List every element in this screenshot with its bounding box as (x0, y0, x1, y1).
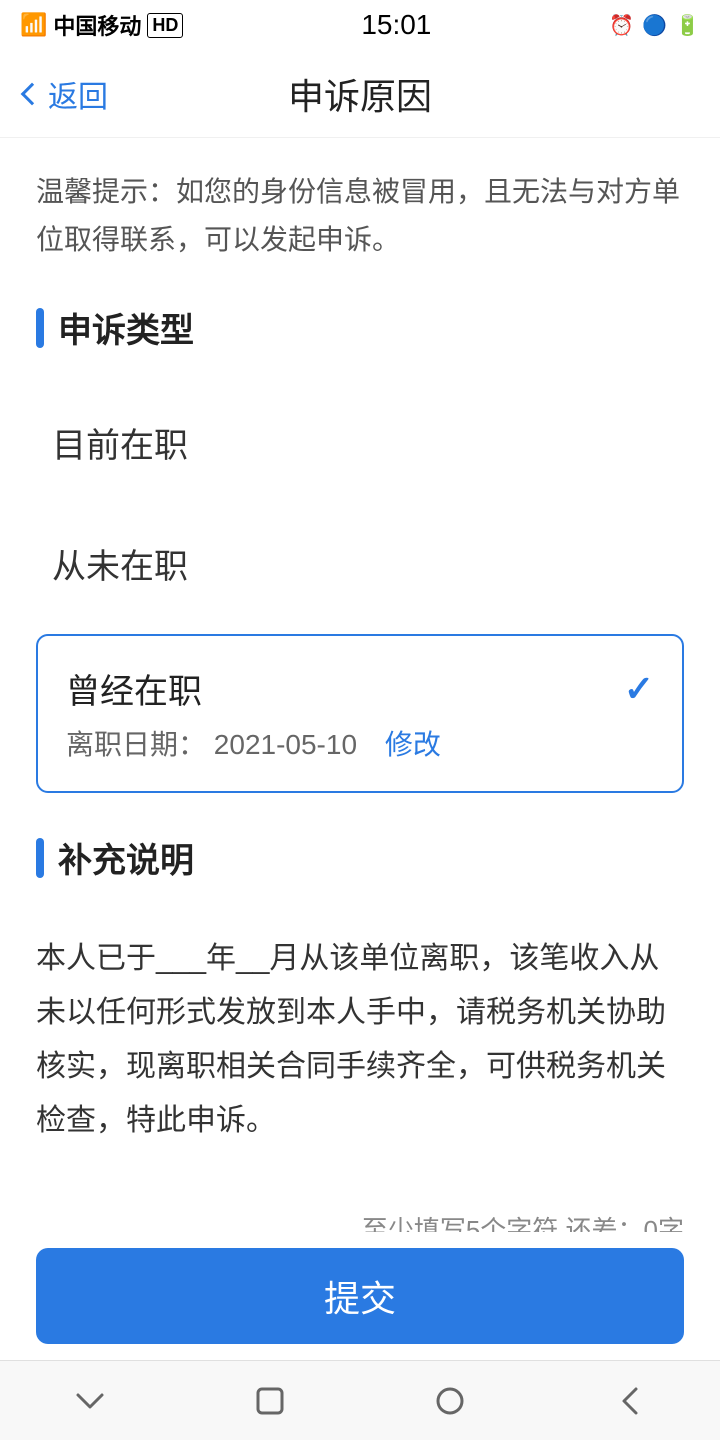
page-header: 返回 申诉原因 (0, 50, 720, 138)
option-current[interactable]: 目前在职 (36, 382, 684, 503)
nav-square-icon[interactable] (245, 1376, 295, 1426)
back-label: 返回 (48, 72, 108, 116)
section-complaint-type: 申诉类型 (36, 303, 684, 352)
submit-area: 提交 (0, 1232, 720, 1360)
bluetooth-icon: 🔵 (642, 13, 667, 38)
option-formerly-sub: 离职日期： 2021-05-10 修改 (66, 723, 654, 763)
nav-back-icon[interactable] (605, 1376, 655, 1426)
nav-bar (0, 1360, 720, 1440)
warm-tip: 温馨提示：如您的身份信息被冒用，且无法与对方单位取得联系，可以发起申诉。 (36, 168, 684, 263)
supplement-textarea[interactable] (36, 932, 684, 1192)
back-button[interactable]: 返回 (24, 72, 108, 116)
section-supplement-label: 补充说明 (58, 833, 194, 882)
section-supplement: 补充说明 (36, 833, 684, 882)
submit-button[interactable]: 提交 (36, 1248, 684, 1344)
signal-icon: 📶 (20, 12, 47, 38)
option-formerly-label: 曾经在职 (66, 664, 202, 713)
section-bar-supplement-icon (36, 838, 44, 878)
modify-date-link[interactable]: 修改 (385, 729, 441, 760)
status-icons: ⏰ 🔵 🔋 (609, 13, 700, 38)
nav-circle-icon[interactable] (425, 1376, 475, 1426)
back-arrow-icon (21, 82, 44, 105)
option-formerly-selected[interactable]: 曾经在职 ✓ 离职日期： 2021-05-10 修改 (36, 634, 684, 793)
option-never[interactable]: 从未在职 (36, 503, 684, 624)
status-time: 15:01 (361, 9, 431, 41)
warm-tip-prefix: 温馨提示： (36, 176, 176, 207)
section-complaint-label: 申诉类型 (58, 303, 194, 352)
section-bar-icon (36, 308, 44, 348)
nav-down-icon[interactable] (65, 1376, 115, 1426)
check-icon: ✓ (624, 668, 654, 710)
supplement-section: 补充说明 至少填写5个字符 还差：0字 (36, 833, 684, 1247)
option-formerly-title-row: 曾经在职 ✓ (66, 664, 654, 713)
status-bar: 📶 中国移动 HD 15:01 ⏰ 🔵 🔋 (0, 0, 720, 50)
status-carrier: 📶 中国移动 HD (20, 9, 183, 41)
hd-badge: HD (147, 13, 183, 38)
alarm-icon: ⏰ (609, 13, 634, 38)
battery-icon: 🔋 (675, 13, 700, 38)
page-title: 申诉原因 (288, 68, 432, 120)
page-content: 温馨提示：如您的身份信息被冒用，且无法与对方单位取得联系，可以发起申诉。 申诉类… (0, 138, 720, 1277)
